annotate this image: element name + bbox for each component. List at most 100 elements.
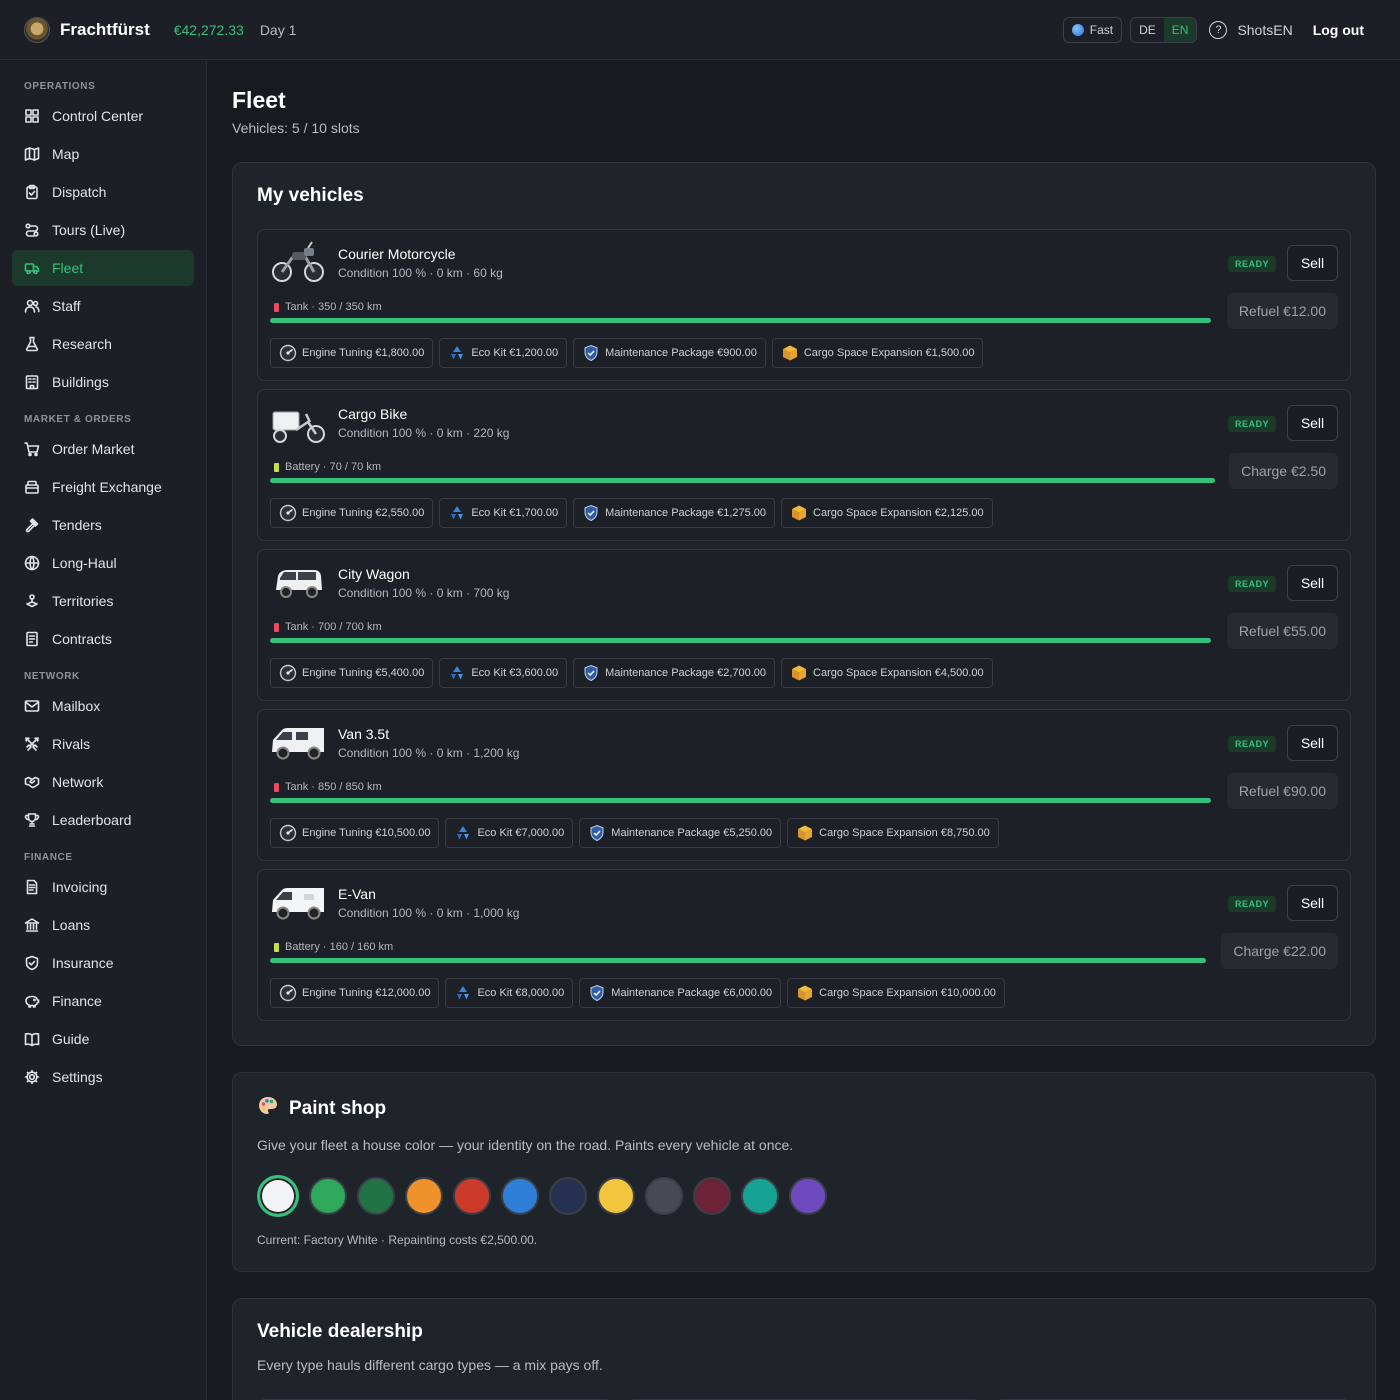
upgrade-button[interactable]: Cargo Space Expansion €2,125.00 (781, 498, 993, 528)
color-swatch[interactable] (453, 1177, 491, 1215)
color-swatch[interactable] (597, 1177, 635, 1215)
sidebar-item-fleet[interactable]: Fleet (12, 250, 194, 286)
engine-icon (279, 344, 297, 362)
upgrade-button[interactable]: Engine Tuning €5,400.00 (270, 658, 434, 688)
status-badge: READY (1227, 736, 1276, 752)
sidebar-item-tours-live[interactable]: Tours (Live) (12, 212, 194, 248)
day-counter: Day 1 (259, 21, 297, 38)
upgrade-label: Engine Tuning €12,000.00 (302, 987, 431, 999)
handshake-icon (24, 774, 40, 790)
gavel-icon (24, 517, 40, 533)
globe-icon (24, 555, 40, 571)
sidebar-section-title: OPERATIONS (24, 81, 96, 92)
color-swatch[interactable] (501, 1177, 539, 1215)
cargo-icon (781, 344, 799, 362)
sidebar-item-tenders[interactable]: Tenders (12, 507, 194, 543)
logout-button[interactable]: Log out (1313, 22, 1364, 38)
upgrade-label: Engine Tuning €10,500.00 (302, 827, 431, 839)
color-swatch[interactable] (405, 1177, 443, 1215)
upgrade-button[interactable]: Eco Kit €1,700.00 (439, 498, 568, 528)
sidebar-item-insurance[interactable]: Insurance (12, 945, 194, 981)
sidebar-item-staff[interactable]: Staff (12, 288, 194, 324)
refuel-button[interactable]: Charge €22.00 (1221, 933, 1338, 969)
sidebar-item-settings[interactable]: Settings (12, 1059, 194, 1095)
upgrade-button[interactable]: Cargo Space Expansion €4,500.00 (781, 658, 993, 688)
upgrade-button[interactable]: Engine Tuning €1,800.00 (270, 338, 434, 368)
refuel-button[interactable]: Refuel €12.00 (1226, 293, 1338, 329)
upgrade-button[interactable]: Engine Tuning €2,550.00 (270, 498, 434, 528)
upgrade-button[interactable]: Eco Kit €1,200.00 (439, 338, 568, 368)
sell-button[interactable]: Sell (1287, 885, 1338, 921)
speed-toggle[interactable]: Fast (1062, 16, 1123, 43)
bank-icon (24, 917, 40, 933)
upgrade-button[interactable]: Engine Tuning €12,000.00 (270, 978, 440, 1008)
lang-en[interactable]: EN (1163, 17, 1197, 42)
vehicle-name: E-Van (338, 886, 376, 902)
sell-button[interactable]: Sell (1287, 405, 1338, 441)
upgrade-button[interactable]: Eco Kit €8,000.00 (445, 978, 574, 1008)
sidebar-item-contracts[interactable]: Contracts (12, 621, 194, 657)
sell-button[interactable]: Sell (1287, 565, 1338, 601)
my-vehicles-card: My vehicles Courier Motorcycle Condition … (232, 162, 1376, 1046)
refuel-button[interactable]: Refuel €90.00 (1226, 773, 1338, 809)
paint-shop-description: Give your fleet a house color — your ide… (257, 1137, 794, 1153)
sidebar-item-buildings[interactable]: Buildings (12, 364, 194, 400)
sidebar-item-network[interactable]: Network (12, 764, 194, 800)
upgrade-button[interactable]: Maintenance Package €1,275.00 (573, 498, 776, 528)
sidebar-item-finance[interactable]: Finance (12, 983, 194, 1019)
sidebar-item-order-market[interactable]: Order Market (12, 431, 194, 467)
sidebar-item-dispatch[interactable]: Dispatch (12, 174, 194, 210)
upgrade-button[interactable]: Eco Kit €7,000.00 (445, 818, 574, 848)
sidebar-item-label: Fleet (52, 260, 84, 276)
energy-bar-fill (270, 318, 1211, 323)
sidebar-item-label: Guide (52, 1031, 90, 1047)
username: ShotsEN (1237, 21, 1293, 38)
upgrade-button[interactable]: Cargo Space Expansion €8,750.00 (787, 818, 999, 848)
sidebar-item-rivals[interactable]: Rivals (12, 726, 194, 762)
sidebar-item-control-center[interactable]: Control Center (12, 98, 194, 134)
color-swatch[interactable] (357, 1177, 395, 1215)
eco-icon (448, 664, 466, 682)
color-swatch[interactable] (693, 1177, 731, 1215)
sell-button[interactable]: Sell (1287, 725, 1338, 761)
sidebar-item-long-haul[interactable]: Long-Haul (12, 545, 194, 581)
color-swatch[interactable] (789, 1177, 827, 1215)
refuel-button[interactable]: Charge €2.50 (1229, 453, 1338, 489)
eco-icon (448, 344, 466, 362)
my-vehicles-title: My vehicles (257, 185, 364, 206)
sidebar-item-research[interactable]: Research (12, 326, 194, 362)
upgrade-button[interactable]: Maintenance Package €5,250.00 (579, 818, 782, 848)
upgrade-button[interactable]: Cargo Space Expansion €10,000.00 (787, 978, 1005, 1008)
e-van-icon (270, 880, 326, 926)
color-swatch[interactable] (741, 1177, 779, 1215)
refuel-button[interactable]: Refuel €55.00 (1226, 613, 1338, 649)
sidebar-item-territories[interactable]: Territories (12, 583, 194, 619)
upgrade-button[interactable]: Eco Kit €3,600.00 (439, 658, 568, 688)
energy-label-row: Battery · 70 / 70 km (274, 461, 381, 473)
sidebar-item-guide[interactable]: Guide (12, 1021, 194, 1057)
contract-icon (24, 631, 40, 647)
upgrade-button[interactable]: Cargo Space Expansion €1,500.00 (771, 338, 984, 368)
upgrade-button[interactable]: Maintenance Package €2,700.00 (573, 658, 776, 688)
engine-icon (279, 984, 297, 1002)
sidebar-item-leaderboard[interactable]: Leaderboard (12, 802, 194, 838)
paint-shop-heading: Paint shop (257, 1095, 1351, 1123)
upgrade-label: Engine Tuning €5,400.00 (302, 667, 425, 679)
upgrade-button[interactable]: Maintenance Package €900.00 (573, 338, 766, 368)
sidebar-item-label: Leaderboard (52, 812, 132, 828)
sell-button[interactable]: Sell (1287, 245, 1338, 281)
energy-bar-fill (270, 478, 1215, 483)
sidebar-item-map[interactable]: Map (12, 136, 194, 172)
lang-de[interactable]: DE (1131, 18, 1164, 42)
sidebar-item-freight-exchange[interactable]: Freight Exchange (12, 469, 194, 505)
sidebar-item-mailbox[interactable]: Mailbox (12, 688, 194, 724)
color-swatch[interactable] (309, 1177, 347, 1215)
upgrade-button[interactable]: Maintenance Package €6,000.00 (579, 978, 782, 1008)
sidebar-item-loans[interactable]: Loans (12, 907, 194, 943)
color-swatch[interactable] (257, 1175, 299, 1217)
color-swatch[interactable] (549, 1177, 587, 1215)
sidebar-item-invoicing[interactable]: Invoicing (12, 869, 194, 905)
help-icon[interactable]: ? (1209, 20, 1228, 39)
color-swatch[interactable] (645, 1177, 683, 1215)
upgrade-button[interactable]: Engine Tuning €10,500.00 (270, 818, 440, 848)
